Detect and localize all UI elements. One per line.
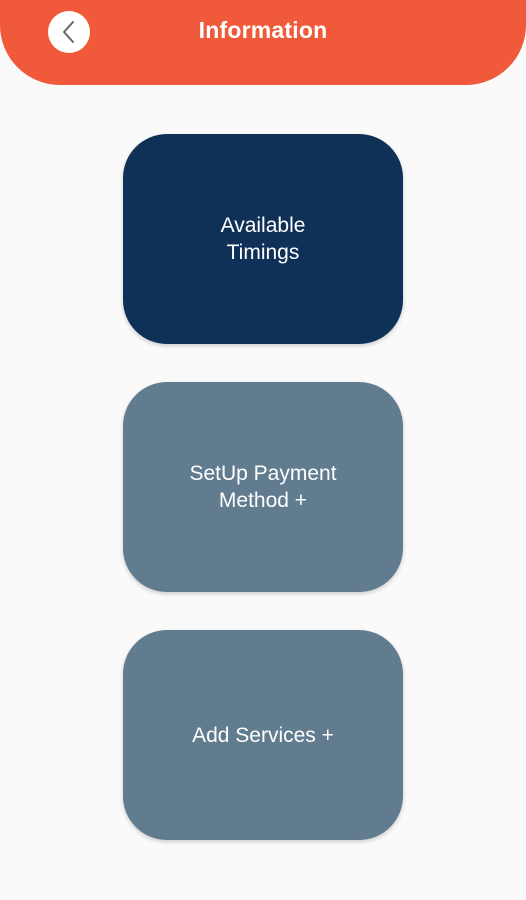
available-timings-label: Available Timings	[220, 214, 306, 264]
setup-payment-method-button[interactable]: SetUp Payment Method +	[123, 382, 403, 592]
setup-payment-method-label: SetUp Payment Method +	[189, 462, 337, 512]
add-services-button[interactable]: Add Services +	[123, 630, 403, 840]
available-timings-button[interactable]: Available Timings	[123, 134, 403, 344]
page-title: Information	[198, 17, 328, 43]
app-header: Information	[0, 0, 526, 85]
add-services-label: Add Services +	[192, 723, 334, 747]
